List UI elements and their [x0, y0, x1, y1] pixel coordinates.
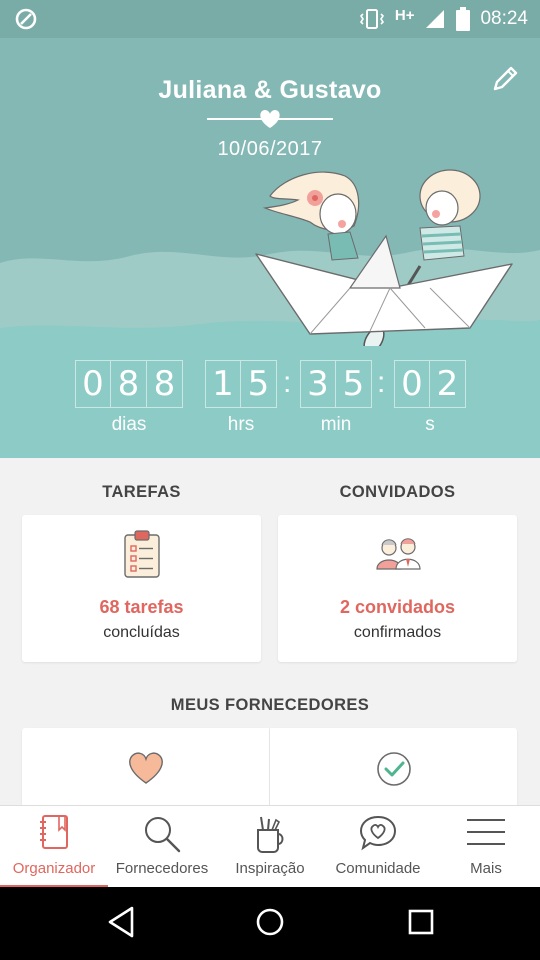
countdown-separator: : — [377, 366, 386, 399]
system-navigation-bar — [0, 887, 540, 960]
nav-label: Comunidade — [335, 860, 421, 877]
countdown-hours: 1 5 — [205, 360, 277, 408]
couple-names: Juliana & Gustavo — [158, 76, 382, 104]
countdown-label-seconds: s — [425, 414, 435, 435]
countdown-seconds: 0 2 — [394, 360, 466, 408]
tasks-section-title: TAREFAS — [102, 483, 181, 501]
nav-label: Mais — [470, 860, 502, 877]
suppliers-hired-card[interactable] — [270, 728, 517, 808]
suppliers-section-title: MEUS FORNECEDORES — [170, 696, 370, 714]
heart-icon — [128, 752, 163, 784]
nav-mais[interactable]: Mais — [432, 806, 540, 888]
status-bar: H+ 08:24 — [0, 0, 540, 38]
do-not-disturb-icon — [15, 8, 37, 30]
nav-label: Organizador — [12, 860, 96, 877]
countdown-digit: 5 — [336, 360, 372, 408]
countdown-digit: 0 — [394, 360, 430, 408]
countdown-digit: 8 — [111, 360, 147, 408]
guests-card[interactable]: 2 convidados confirmados — [278, 515, 517, 662]
chat-heart-icon — [359, 815, 397, 851]
menu-icon — [467, 819, 505, 845]
countdown-digit: 5 — [241, 360, 277, 408]
countdown-timer: 0 8 8 1 5 : 3 5 : 0 2 dias hrs min s — [0, 360, 540, 458]
home-icon[interactable] — [255, 905, 285, 939]
countdown-label-minutes: min — [320, 414, 352, 435]
inspiration-cup-icon — [257, 816, 284, 853]
guests-section-title: CONVIDADOS — [339, 483, 456, 501]
back-icon[interactable] — [106, 905, 136, 939]
countdown-days: 0 8 8 — [75, 360, 183, 408]
search-icon — [145, 817, 181, 853]
notebook-icon — [40, 815, 68, 849]
status-time: 08:24 — [480, 8, 528, 29]
countdown-digit: 1 — [205, 360, 241, 408]
tasks-status: concluídas — [103, 624, 180, 641]
nav-label: Inspiração — [235, 860, 305, 877]
countdown-digit: 8 — [147, 360, 183, 408]
countdown-separator: : — [283, 366, 292, 399]
nav-label: Fornecedores — [115, 860, 209, 877]
suppliers-favorites-card[interactable] — [22, 728, 269, 808]
guests-status: confirmados — [353, 624, 442, 641]
nav-inspiracao[interactable]: Inspiração — [216, 806, 324, 888]
nav-fornecedores[interactable]: Fornecedores — [108, 806, 216, 888]
recents-icon[interactable] — [406, 905, 436, 939]
guests-couple-icon — [375, 538, 421, 570]
countdown-label-hours: hrs — [227, 414, 255, 435]
vibrate-icon — [359, 9, 384, 29]
edit-pencil-icon[interactable] — [490, 64, 520, 94]
network-type: H+ — [394, 6, 415, 24]
heart-divider — [207, 110, 333, 128]
signal-icon — [426, 10, 445, 28]
couple-boat-illustration — [255, 169, 513, 346]
guests-count: 2 convidados — [339, 597, 456, 617]
countdown-digit: 0 — [75, 360, 111, 408]
wedding-header: Juliana & Gustavo 10/06/2017 0 8 8 1 5:… — [0, 38, 540, 458]
bottom-navigation: Organizador Fornecedores Inspiração Comu… — [0, 805, 540, 888]
clipboard-checklist-icon — [123, 530, 160, 578]
tasks-card[interactable]: 68 tarefas concluídas — [22, 515, 261, 662]
countdown-label-days: dias — [111, 414, 147, 435]
nav-comunidade[interactable]: Comunidade — [324, 806, 432, 888]
countdown-digit: 2 — [430, 360, 466, 408]
countdown-digit: 3 — [300, 360, 336, 408]
battery-icon — [456, 7, 471, 31]
tasks-count: 68 tarefas — [99, 597, 184, 617]
nav-organizador[interactable]: Organizador — [0, 806, 108, 888]
countdown-minutes: 3 5 — [300, 360, 372, 408]
check-circle-icon — [376, 752, 411, 786]
